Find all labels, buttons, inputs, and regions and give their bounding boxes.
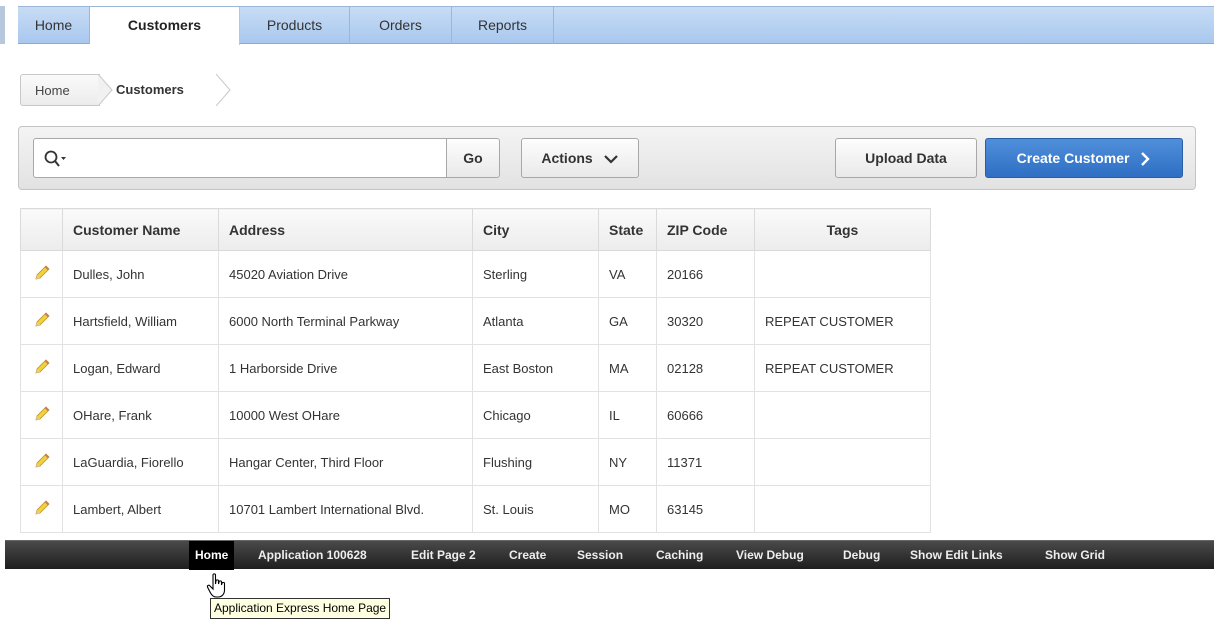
table-row: Dulles, John 45020 Aviation Drive Sterling…	[20, 250, 931, 298]
cell-tags	[754, 485, 931, 533]
cell-customer-name: LaGuardia, Fiorello	[62, 438, 219, 486]
cell-customer-name: Logan, Edward	[62, 344, 219, 392]
edit-pencil-icon[interactable]	[33, 358, 51, 376]
go-button[interactable]: Go	[446, 138, 500, 178]
tab-orders[interactable]: Orders	[350, 7, 452, 44]
cell-state: VA	[598, 250, 657, 298]
cell-tags	[754, 250, 931, 298]
left-edge-stub	[0, 6, 5, 44]
cell-state: GA	[598, 297, 657, 345]
cell-state: MA	[598, 344, 657, 392]
cell-tags	[754, 438, 931, 486]
cell-city: East Boston	[472, 344, 599, 392]
devbar-create-link[interactable]: Create	[509, 541, 546, 570]
breadcrumb-home[interactable]: Home	[20, 74, 100, 106]
table-row: LaGuardia, Fiorello Hangar Center, Third …	[20, 438, 931, 486]
tab-home[interactable]: Home	[18, 7, 90, 44]
cell-customer-name: Hartsfield, William	[62, 297, 219, 345]
tab-products[interactable]: Products	[240, 7, 350, 44]
cell-zip: 63145	[656, 485, 755, 533]
cell-address: 45020 Aviation Drive	[218, 250, 473, 298]
cell-city: St. Louis	[472, 485, 599, 533]
table-header-row: Customer Name Address City State ZIP Cod…	[20, 208, 931, 251]
devbar-show-edit-links-link[interactable]: Show Edit Links	[910, 541, 1003, 570]
cell-tags: REPEAT CUSTOMER	[754, 297, 931, 345]
cell-address: 10701 Lambert International Blvd.	[218, 485, 473, 533]
cell-state: IL	[598, 391, 657, 439]
devbar-application-link[interactable]: Application 100628	[258, 541, 367, 570]
table-row: Lambert, Albert 10701 Lambert Internation…	[20, 485, 931, 533]
cell-customer-name: OHare, Frank	[62, 391, 219, 439]
column-header-zip[interactable]: ZIP Code	[656, 208, 755, 251]
edit-row-cell[interactable]	[20, 485, 63, 533]
devbar-view-debug-link[interactable]: View Debug	[736, 541, 804, 570]
search-icon[interactable]	[44, 149, 70, 169]
cell-address: 6000 North Terminal Parkway	[218, 297, 473, 345]
devbar-debug-link[interactable]: Debug	[843, 541, 880, 570]
devbar-caching-link[interactable]: Caching	[656, 541, 703, 570]
create-customer-button[interactable]: Create Customer	[985, 138, 1183, 178]
cell-city: Chicago	[472, 391, 599, 439]
devbar-session-link[interactable]: Session	[577, 541, 623, 570]
devbar-edit-page-link[interactable]: Edit Page 2	[411, 541, 476, 570]
chevron-right-icon	[1141, 152, 1151, 167]
create-customer-label: Create Customer	[1016, 150, 1130, 166]
table-row: OHare, Frank 10000 West OHare Chicago IL 606…	[20, 391, 931, 439]
cell-city: Atlanta	[472, 297, 599, 345]
chevron-down-icon	[603, 155, 618, 164]
column-header-state[interactable]: State	[598, 208, 657, 251]
cell-address: 1 Harborside Drive	[218, 344, 473, 392]
column-header-customer-name[interactable]: Customer Name	[62, 208, 219, 251]
tooltip: Application Express Home Page	[210, 598, 391, 619]
cell-zip: 20166	[656, 250, 755, 298]
tab-reports[interactable]: Reports	[452, 7, 554, 44]
cell-zip: 30320	[656, 297, 755, 345]
devbar-home-link[interactable]: Home	[189, 541, 235, 570]
table-row: Logan, Edward 1 Harborside Drive East Bost…	[20, 344, 931, 392]
column-header-address[interactable]: Address	[218, 208, 473, 251]
table-row: Hartsfield, William 6000 North Terminal P…	[20, 297, 931, 345]
cell-city: Flushing	[472, 438, 599, 486]
edit-pencil-icon[interactable]	[33, 452, 51, 470]
edit-pencil-icon[interactable]	[33, 264, 51, 282]
developer-toolbar: Home Application 100628 Edit Page 2 Crea…	[5, 540, 1214, 570]
devbar-show-grid-link[interactable]: Show Grid	[1045, 541, 1105, 570]
actions-label: Actions	[541, 150, 593, 166]
cell-tags	[754, 391, 931, 439]
edit-pencil-icon[interactable]	[33, 499, 51, 517]
edit-row-cell[interactable]	[20, 344, 63, 392]
breadcrumb-end-icon	[216, 74, 231, 106]
edit-row-cell[interactable]	[20, 297, 63, 345]
tab-bar: Home Customers Products Orders Reports	[18, 6, 1214, 45]
breadcrumb-current: Customers	[116, 82, 184, 97]
edit-pencil-icon[interactable]	[33, 405, 51, 423]
cell-customer-name: Dulles, John	[62, 250, 219, 298]
cell-zip: 02128	[656, 344, 755, 392]
cell-tags: REPEAT CUSTOMER	[754, 344, 931, 392]
column-header-city[interactable]: City	[472, 208, 599, 251]
actions-button[interactable]: Actions	[521, 138, 639, 178]
search-input[interactable]	[33, 138, 463, 178]
upload-data-button[interactable]: Upload Data	[835, 138, 977, 178]
edit-row-cell[interactable]	[20, 250, 63, 298]
edit-column-header	[20, 208, 63, 251]
column-header-tags[interactable]: Tags	[754, 208, 931, 251]
cell-state: MO	[598, 485, 657, 533]
cell-customer-name: Lambert, Albert	[62, 485, 219, 533]
tab-customers[interactable]: Customers	[90, 7, 240, 45]
report-toolbar: Go Actions Upload Data Create Customer	[18, 126, 1196, 190]
cell-address: 10000 West OHare	[218, 391, 473, 439]
cell-address: Hangar Center, Third Floor	[218, 438, 473, 486]
edit-row-cell[interactable]	[20, 391, 63, 439]
cell-city: Sterling	[472, 250, 599, 298]
edit-row-cell[interactable]	[20, 438, 63, 486]
hand-cursor-icon	[206, 573, 226, 598]
customers-table: Customer Name Address City State ZIP Cod…	[20, 208, 931, 533]
edit-pencil-icon[interactable]	[33, 311, 51, 329]
cell-zip: 11371	[656, 438, 755, 486]
cell-zip: 60666	[656, 391, 755, 439]
cell-state: NY	[598, 438, 657, 486]
